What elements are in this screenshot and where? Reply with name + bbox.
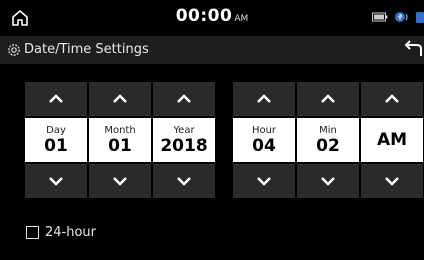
back-icon bbox=[404, 40, 422, 56]
hour24-label: 24-hour bbox=[45, 225, 97, 240]
hour24-checkbox[interactable] bbox=[26, 226, 39, 239]
title-bar: Date/Time Settings bbox=[0, 36, 424, 64]
status-bar: 00:00 AM bbox=[0, 0, 424, 34]
month-spinner: Month 01 bbox=[89, 82, 151, 198]
chevron-down-icon bbox=[177, 177, 191, 186]
chevron-up-icon bbox=[113, 94, 127, 103]
chevron-up-icon bbox=[177, 94, 191, 103]
status-icons bbox=[372, 10, 424, 24]
connectivity-icon bbox=[395, 12, 408, 22]
minute-label: Min bbox=[319, 124, 337, 136]
month-label: Month bbox=[104, 124, 136, 136]
day-label: Day bbox=[46, 124, 66, 136]
chevron-down-icon bbox=[385, 177, 399, 186]
ampm-value-box: AM bbox=[361, 118, 423, 162]
chevron-down-icon bbox=[113, 177, 127, 186]
chevron-up-icon bbox=[385, 94, 399, 103]
minute-value: 02 bbox=[316, 135, 340, 156]
clock: 00:00 AM bbox=[0, 6, 424, 26]
ampm-down-button[interactable] bbox=[361, 164, 423, 198]
month-value: 01 bbox=[108, 135, 132, 156]
minute-value-box: Min 02 bbox=[297, 118, 359, 162]
chevron-up-icon bbox=[49, 94, 63, 103]
gear-icon bbox=[8, 44, 20, 56]
battery-icon bbox=[372, 12, 388, 22]
month-up-button[interactable] bbox=[89, 82, 151, 116]
clock-ampm: AM bbox=[234, 14, 249, 24]
minute-down-button[interactable] bbox=[297, 164, 359, 198]
back-button[interactable] bbox=[400, 40, 424, 60]
chevron-down-icon bbox=[49, 177, 63, 186]
ampm-value: AM bbox=[376, 130, 408, 150]
hour-value-box: Hour 04 bbox=[233, 118, 295, 162]
chevron-down-icon bbox=[321, 177, 335, 186]
day-value-box: Day 01 bbox=[25, 118, 87, 162]
day-spinner: Day 01 bbox=[25, 82, 87, 198]
hour-up-button[interactable] bbox=[233, 82, 295, 116]
minute-up-button[interactable] bbox=[297, 82, 359, 116]
month-down-button[interactable] bbox=[89, 164, 151, 198]
year-spinner: Year 2018 bbox=[153, 82, 215, 198]
ampm-up-button[interactable] bbox=[361, 82, 423, 116]
year-up-button[interactable] bbox=[153, 82, 215, 116]
hour-spinner: Hour 04 bbox=[233, 82, 295, 198]
minute-spinner: Min 02 bbox=[297, 82, 359, 198]
day-value: 01 bbox=[44, 135, 68, 156]
hour-value: 04 bbox=[252, 135, 276, 156]
phone-icon bbox=[416, 12, 424, 23]
clock-time: 00:00 bbox=[175, 6, 233, 26]
month-value-box: Month 01 bbox=[89, 118, 151, 162]
hour-down-button[interactable] bbox=[233, 164, 295, 198]
year-value: 2018 bbox=[160, 135, 208, 156]
ampm-spinner: AM bbox=[361, 82, 423, 198]
year-value-box: Year 2018 bbox=[153, 118, 215, 162]
chevron-down-icon bbox=[257, 177, 271, 186]
year-label: Year bbox=[173, 124, 195, 136]
day-down-button[interactable] bbox=[25, 164, 87, 198]
hour24-option[interactable]: 24-hour bbox=[26, 225, 96, 240]
year-down-button[interactable] bbox=[153, 164, 215, 198]
chevron-up-icon bbox=[257, 94, 271, 103]
page-title: Date/Time Settings bbox=[24, 42, 149, 57]
chevron-up-icon bbox=[321, 94, 335, 103]
hour-label: Hour bbox=[251, 124, 277, 136]
day-up-button[interactable] bbox=[25, 82, 87, 116]
